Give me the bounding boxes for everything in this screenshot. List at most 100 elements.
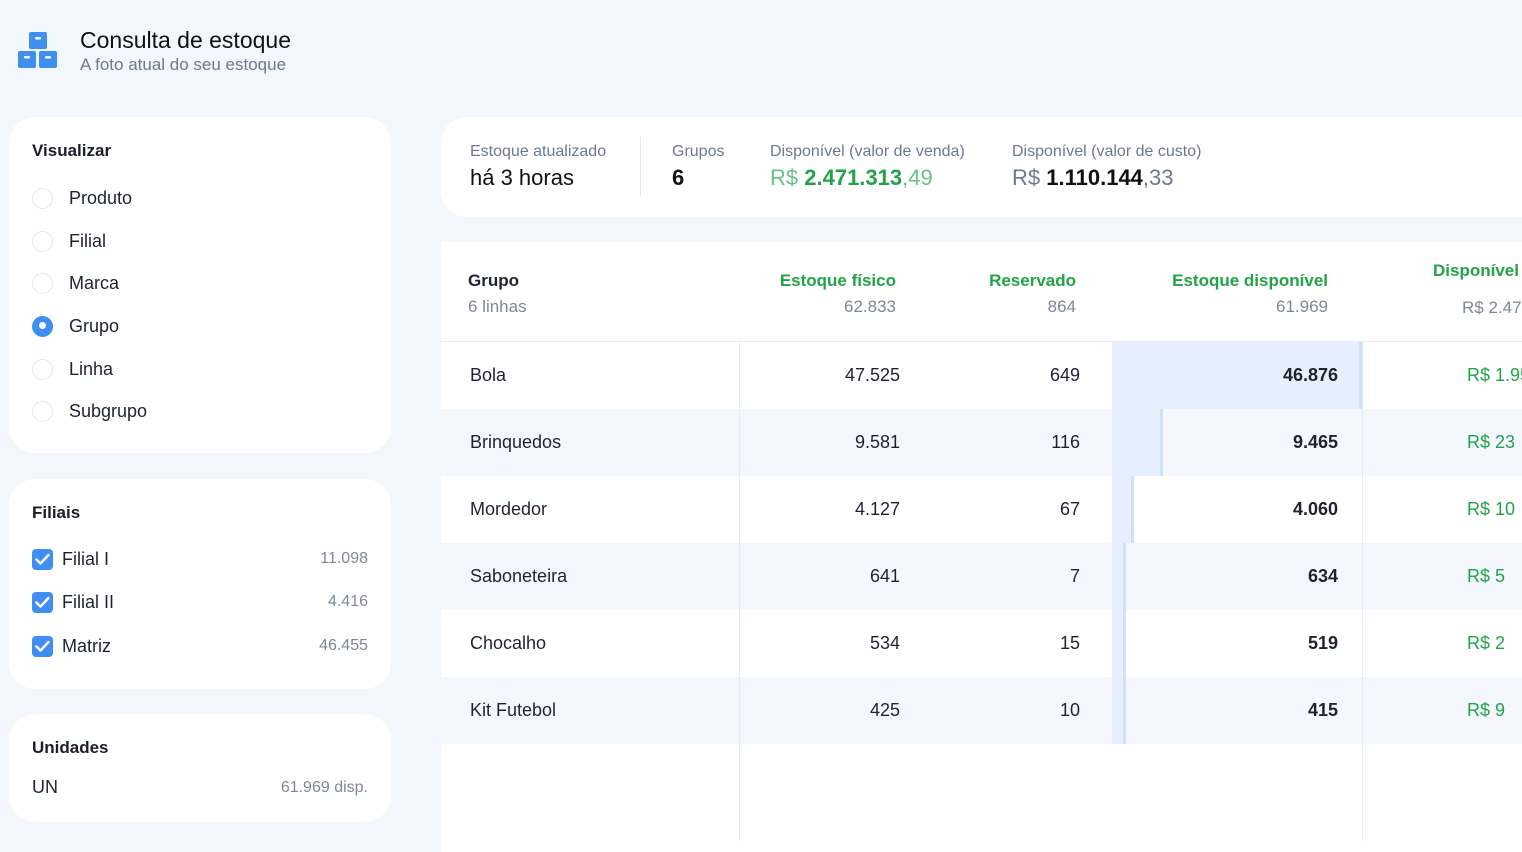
filiais-title: Filiais [32,503,81,522]
cell-disponivel-valor: R$ 1.95 [1467,365,1522,385]
column-header-disponivel-valor[interactable]: Disponível R$ 2.47 [1433,261,1522,318]
cell-grupo: Kit Futebol [470,700,557,720]
radio-filial[interactable]: Filial [32,228,106,254]
divider [640,137,641,197]
checkbox-checked-icon[interactable] [32,591,53,613]
amount-integer: 1.110.144 [1046,165,1143,190]
table-row[interactable]: Mordedor 4.127 67 4.060 R$ 10 [441,476,1522,543]
cell-estoque-fisico: 47.525 [844,365,900,385]
table-row[interactable]: Bola 47.525 649 46.876 R$ 1.95 [441,342,1522,409]
cell-estoque-fisico: 641 [869,566,900,586]
radio-button[interactable] [32,358,53,380]
stock-table: Grupo 6 linhas Estoque físico 62.833 Res… [441,242,1522,852]
availability-bar-edge [1123,543,1126,610]
column-title: Estoque físico [779,271,896,290]
stat-label: Disponível (valor de venda) [770,143,965,160]
column-divider [739,341,740,841]
unidades-panel: Unidades UN 61.969 disp. [9,714,391,822]
table-row[interactable]: Saboneteira 641 7 634 R$ 5 [441,543,1522,610]
cell-grupo: Saboneteira [470,566,568,586]
cell-grupo: Mordedor [470,499,548,519]
cell-estoque-disponivel: 519 [1307,633,1338,653]
checkbox-checked-icon[interactable] [32,548,53,570]
radio-subgrupo[interactable]: Subgrupo [32,398,147,424]
cell-disponivel-valor: R$ 9 [1467,700,1506,720]
table-row[interactable]: Kit Futebol 425 10 415 R$ 9 [441,677,1522,744]
radio-button[interactable] [32,272,53,294]
unit-row: UN 61.969 disp. [32,777,368,798]
table-row[interactable]: Brinquedos 9.581 116 9.465 R$ 23 [441,409,1522,476]
cell-disponivel-valor: R$ 10 [1467,499,1516,519]
radio-label: Subgrupo [69,400,148,421]
column-header-grupo[interactable]: Grupo 6 linhas [468,271,527,317]
checkbox-label: Filial I [62,548,110,569]
radio-button[interactable] [32,187,53,209]
filiais-panel: Filiais Filial I 11.098 Filial II 4.416 … [9,479,391,689]
radio-button[interactable] [32,230,53,252]
cell-disponivel-valor: R$ 23 [1467,432,1516,452]
amount-cents: ,49 [902,165,933,190]
checkbox-row-filial-i[interactable]: Filial I 11.098 [32,546,368,572]
visualizar-panel: Visualizar Produto Filial Marca Grupo Li… [9,117,391,453]
amount-cents: ,33 [1142,165,1174,190]
column-subtitle: 864 [1047,297,1076,316]
table-row[interactable]: Chocalho 534 15 519 R$ 2 [441,610,1522,677]
cell-estoque-disponivel: 46.876 [1282,365,1338,385]
checkbox-count: 4.416 [327,593,368,610]
column-header-estoque-disponivel[interactable]: Estoque disponível 61.969 [1172,271,1328,317]
cell-estoque-disponivel: 9.465 [1292,432,1338,452]
stat-label: Disponível (valor de custo) [1012,143,1202,160]
stat-value: R$ 1.110.144,33 [1012,165,1201,191]
radio-label: Marca [69,272,120,293]
checkbox-count: 11.098 [320,550,368,567]
checkbox-count: 46.455 [319,637,368,654]
cell-reservado: 10 [1059,700,1080,720]
stat-valor-custo: Disponível (valor de custo) R$ 1.110.144… [1012,143,1201,191]
column-divider [1362,341,1363,841]
amount-integer: 2.471.313 [804,165,903,190]
cell-estoque-fisico: 9.581 [854,432,900,452]
radio-linha[interactable]: Linha [32,356,113,382]
unidades-title: Unidades [32,738,109,757]
radio-label: Filial [69,230,107,251]
checkbox-checked-icon[interactable] [32,635,53,657]
cell-estoque-disponivel: 634 [1307,566,1338,586]
availability-bar-edge [1123,677,1126,744]
column-header-reservado[interactable]: Reservado 864 [989,271,1076,317]
radio-label: Produto [69,187,133,208]
unit-name: UN [32,777,58,797]
visualizar-title: Visualizar [32,141,112,160]
column-title: Disponível [1433,261,1519,280]
column-subtitle: 6 linhas [468,297,527,316]
column-title: Grupo [468,271,519,290]
cell-reservado: 7 [1069,566,1080,586]
availability-bar-edge [1159,409,1163,476]
radio-label: Linha [69,358,114,379]
checkbox-row-matriz[interactable]: Matriz 46.455 [32,633,368,659]
cell-disponivel-valor: R$ 5 [1467,566,1506,586]
currency-symbol: R$ [1012,165,1041,190]
stat-label: Estoque atualizado [470,143,607,160]
boxes-stack-icon [18,32,58,70]
cell-grupo: Bola [470,365,507,385]
radio-marca[interactable]: Marca [32,270,119,296]
column-header-estoque-fisico[interactable]: Estoque físico 62.833 [780,271,896,317]
cell-estoque-fisico: 4.127 [854,499,900,519]
cell-grupo: Chocalho [470,633,547,653]
radio-grupo[interactable]: Grupo [32,313,119,339]
unit-available: 61.969 disp. [280,778,368,796]
page-subtitle: A foto atual do seu estoque [80,55,287,74]
page-title: Consulta de estoque [80,27,291,53]
radio-label: Grupo [69,315,120,336]
checkbox-row-filial-ii[interactable]: Filial II 4.416 [32,589,368,615]
cell-grupo: Brinquedos [470,432,562,452]
column-title: Estoque disponível [1172,271,1328,290]
radio-button-selected[interactable] [32,315,53,337]
radio-button[interactable] [32,400,53,422]
cell-estoque-disponivel: 415 [1307,700,1338,720]
cell-reservado: 649 [1049,365,1080,385]
cell-reservado: 116 [1051,432,1080,452]
cell-estoque-disponivel: 4.060 [1292,499,1338,519]
radio-produto[interactable]: Produto [32,185,132,211]
cell-reservado: 67 [1059,499,1080,519]
